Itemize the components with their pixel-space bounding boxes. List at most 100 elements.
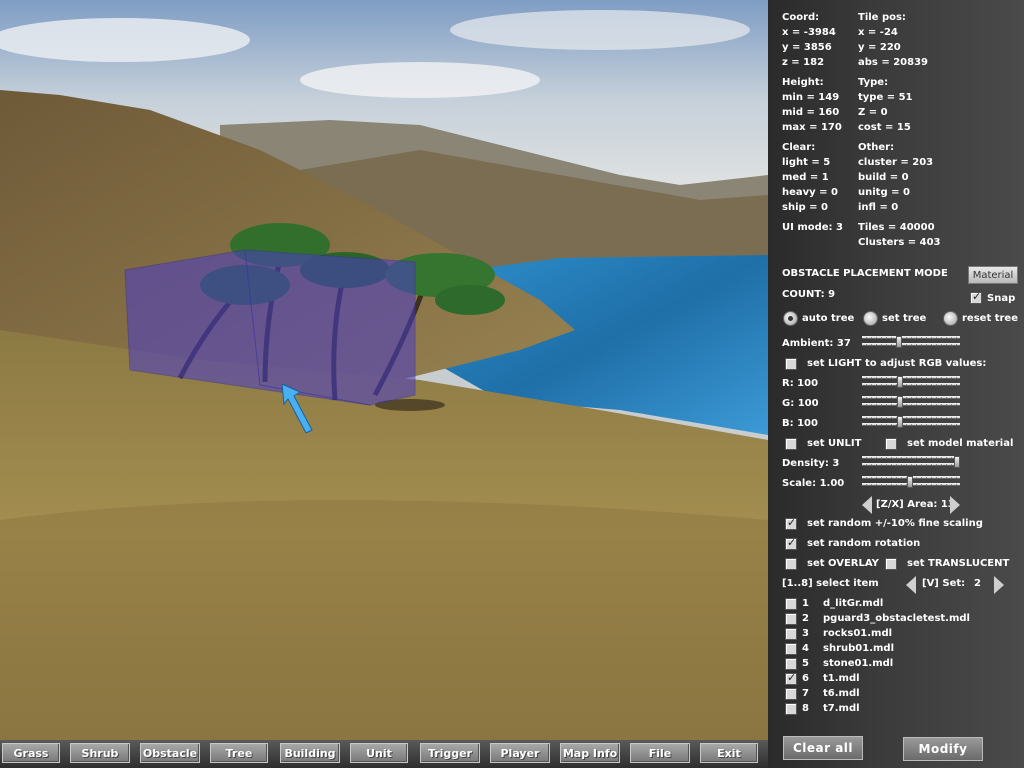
type-cost: cost = 15 [858,122,911,133]
other-infl: infl = 0 [858,202,899,213]
model-item-number: 3 [802,628,809,639]
model-item-name[interactable]: t1.mdl [823,673,860,684]
ambient-slider-knob[interactable] [896,336,902,348]
tiles-count: Tiles = 40000 [858,222,935,233]
clear-header: Clear: [782,142,816,153]
terrain-scene [0,0,768,740]
ui-mode: UI mode: 3 [782,222,843,233]
model-item-name[interactable]: t6.mdl [823,688,860,699]
model-item-name[interactable]: stone01.mdl [823,658,893,669]
model-material-checkbox[interactable] [885,438,897,450]
density-slider-knob[interactable] [954,456,960,468]
model-item-checkbox[interactable] [785,703,797,715]
model-material-label: set model material [907,438,1014,449]
random-rotation-label: set random rotation [807,538,921,549]
3d-viewport[interactable] [0,0,768,740]
b-label: B: 100 [782,418,818,429]
map-info-button[interactable]: Map Info [560,743,620,763]
clear-ship: ship = 0 [782,202,828,213]
mode-title: OBSTACLE PLACEMENT MODE [782,268,948,279]
model-item-number: 4 [802,643,809,654]
model-item-checkbox[interactable] [785,643,797,655]
model-item-name[interactable]: rocks01.mdl [823,628,892,639]
type-header: Type: [858,77,889,88]
file-button[interactable]: File [630,743,690,763]
r-slider[interactable] [862,374,960,390]
clear-light: light = 5 [782,157,831,168]
modify-button[interactable]: Modify [903,737,983,761]
scale-slider-knob[interactable] [907,476,913,488]
snap-checkbox[interactable] [970,290,982,304]
exit-button[interactable]: Exit [700,743,758,763]
model-item-checkbox[interactable] [785,658,797,670]
model-item-name[interactable]: shrub01.mdl [823,643,894,654]
translucent-checkbox[interactable] [885,558,897,570]
translucent-label: set TRANSLUCENT [907,558,1010,569]
count-label: COUNT: 9 [782,289,836,300]
radio-set-tree[interactable] [863,311,878,326]
random-scaling-label: set random +/-10% fine scaling [807,518,983,529]
unlit-checkbox[interactable] [785,438,797,450]
other-block: Other: cluster = 203 build = 0 unitg = 0… [858,140,933,215]
coord-x: x = -3984 [782,27,836,38]
other-cluster: cluster = 203 [858,157,934,168]
coord-header: Coord: [782,12,820,23]
g-slider[interactable] [862,394,960,410]
model-item-number: 7 [802,688,809,699]
r-label: R: 100 [782,378,819,389]
triangle-left-icon[interactable] [862,496,872,514]
model-item-name[interactable]: d_litGr.mdl [823,598,883,609]
material-button[interactable]: Material [968,266,1018,284]
density-label: Density: 3 [782,458,840,469]
model-item-name[interactable]: pguard3_obstacletest.mdl [823,613,970,624]
scale-slider[interactable] [862,474,960,490]
b-slider-knob[interactable] [897,416,903,428]
density-slider[interactable] [862,454,960,470]
set-next-icon[interactable] [994,576,1004,594]
model-item-checkbox[interactable] [785,688,797,700]
clear-med: med = 1 [782,172,829,183]
random-scaling-checkbox[interactable] [785,516,797,530]
height-max: max = 170 [782,122,842,133]
model-item-checkbox[interactable] [785,598,797,610]
player-button[interactable]: Player [490,743,550,763]
coord-y: y = 3856 [782,42,832,53]
snap-label: Snap [987,293,1016,304]
type-block: Type: type = 51 Z = 0 cost = 15 [858,75,913,135]
triangle-right-icon[interactable] [950,496,960,514]
trigger-button[interactable]: Trigger [420,743,480,763]
other-unitg: unitg = 0 [858,187,910,198]
building-button[interactable]: Building [280,743,340,763]
grass-button[interactable]: Grass [2,743,60,763]
model-item-checkbox[interactable] [785,628,797,640]
set-light-checkbox[interactable] [785,358,797,370]
set-label: [V] Set: [922,578,966,589]
other-build: build = 0 [858,172,909,183]
type-z: Z = 0 [858,107,888,118]
height-min: min = 149 [782,92,840,103]
b-slider[interactable] [862,414,960,430]
overlay-checkbox[interactable] [785,558,797,570]
unit-button[interactable]: Unit [350,743,408,763]
editor-panel: Coord: x = -3984 y = 3856 z = 182 Tile p… [768,0,1024,768]
tree-button[interactable]: Tree [210,743,268,763]
radio-auto-tree[interactable] [783,311,798,326]
clusters-count: Clusters = 403 [858,237,941,248]
model-item-checkbox[interactable] [785,671,797,685]
height-header: Height: [782,77,824,88]
select-item-label: [1..8] select item [782,578,879,589]
height-block: Height: min = 149 mid = 160 max = 170 [782,75,842,135]
radio-auto-tree-label: auto tree [802,313,855,324]
model-item-number: 6 [802,673,809,684]
set-prev-icon[interactable] [906,576,916,594]
clear-all-button[interactable]: Clear all [783,736,863,760]
g-slider-knob[interactable] [897,396,903,408]
random-rotation-checkbox[interactable] [785,536,797,550]
shrub-button[interactable]: Shrub [70,743,130,763]
obstacle-button[interactable]: Obstacle [140,743,200,763]
model-item-checkbox[interactable] [785,613,797,625]
r-slider-knob[interactable] [897,376,903,388]
ambient-slider[interactable] [862,334,960,350]
model-item-name[interactable]: t7.mdl [823,703,860,714]
radio-reset-tree[interactable] [943,311,958,326]
